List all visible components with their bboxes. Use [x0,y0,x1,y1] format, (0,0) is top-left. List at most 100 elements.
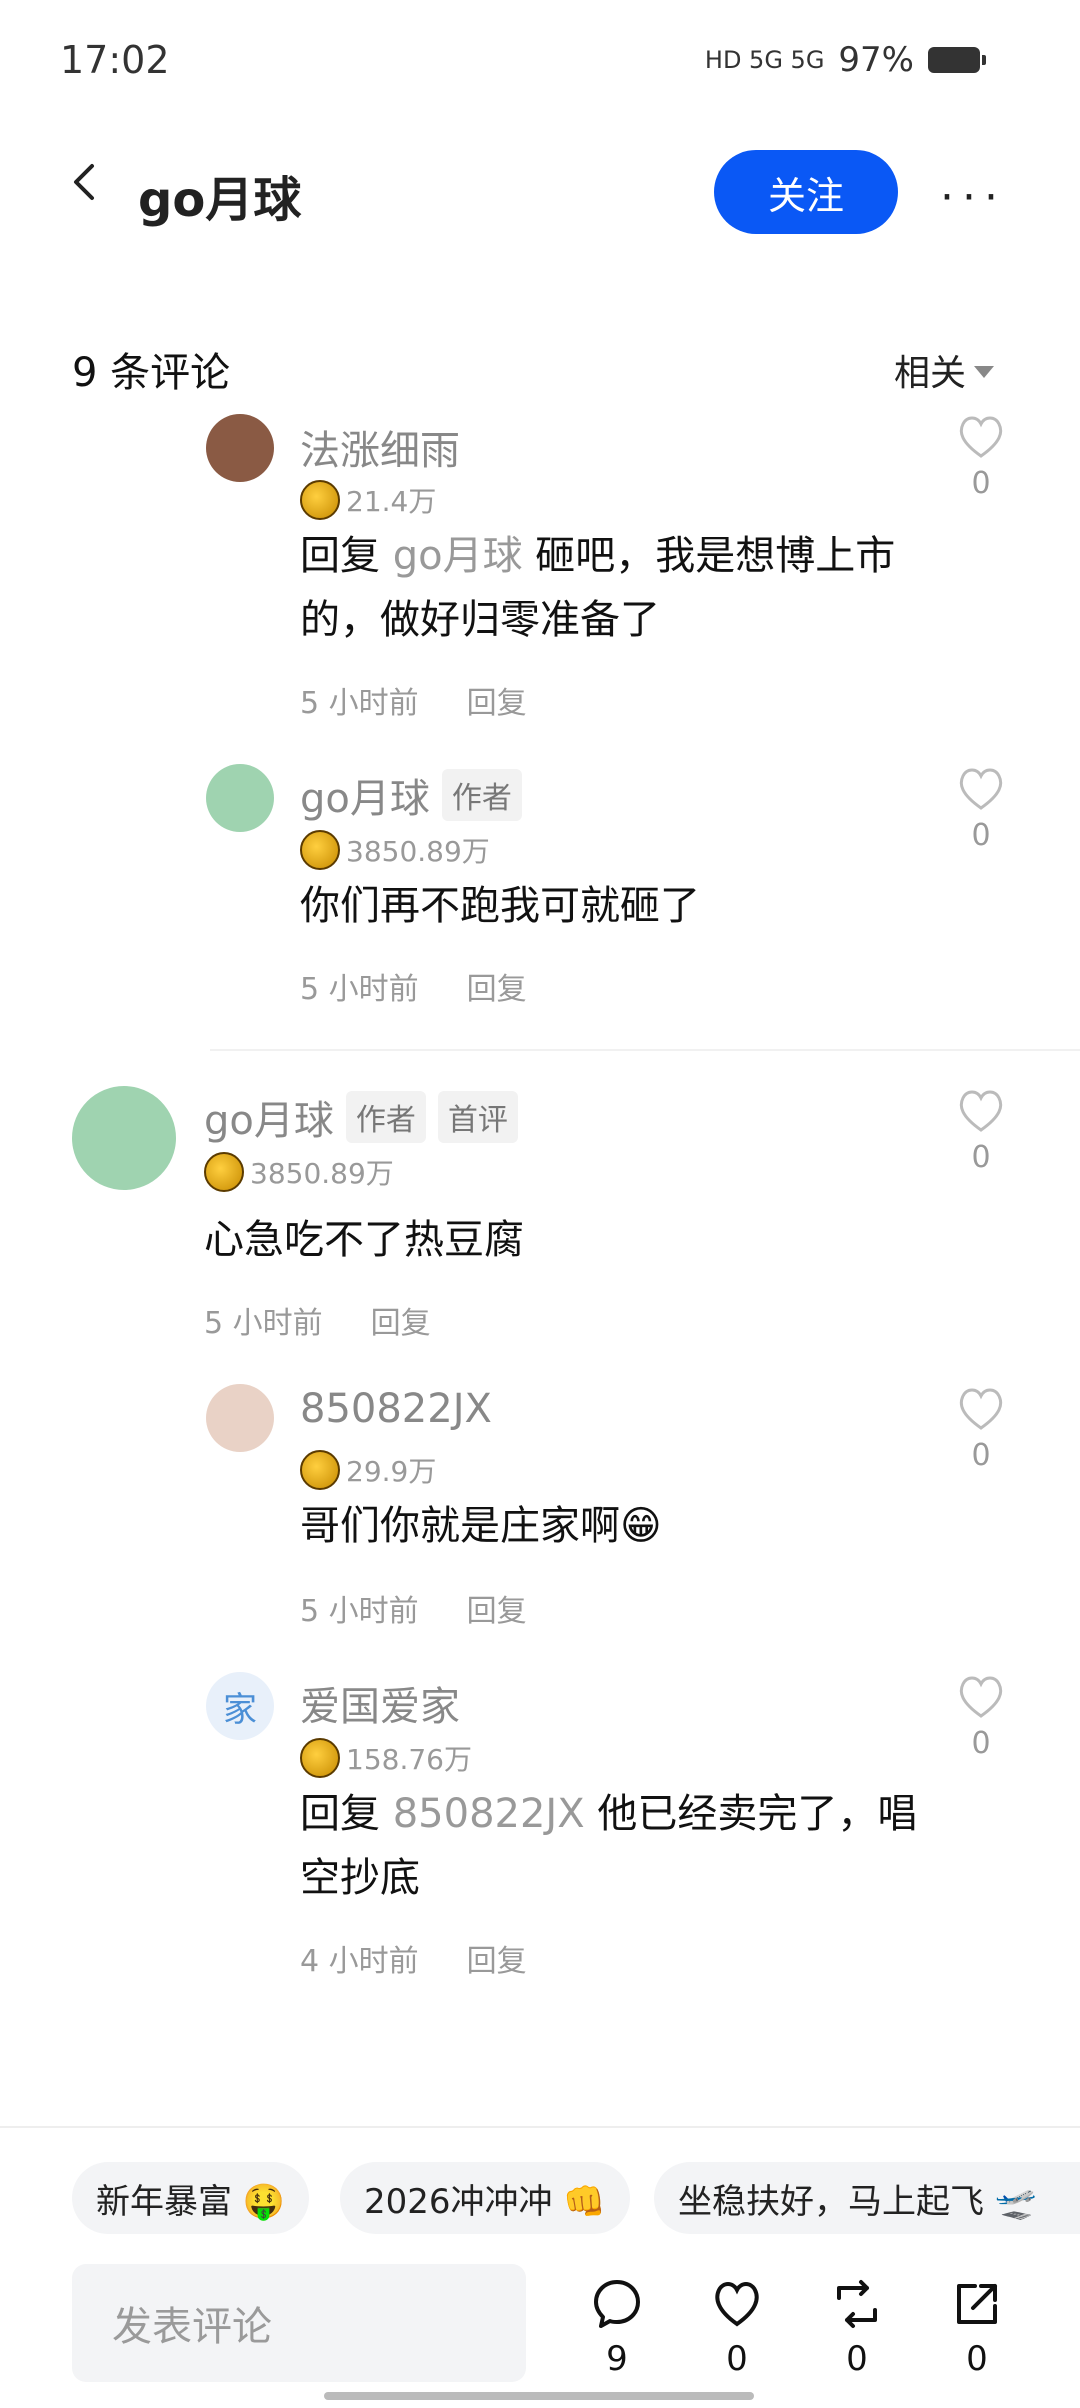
repost-action[interactable]: 0 [812,2278,902,2379]
battery-percent: 97% [838,40,914,80]
reply-prefix: 回复 [300,533,380,579]
reply-button[interactable]: 回复 [467,1586,527,1630]
medal-icon [300,480,340,520]
page-title: go月球 [138,172,302,228]
reply-prefix: 回复 [300,1791,380,1837]
status-time: 17:02 [60,38,170,82]
comment-author-row: go月球 作者 [300,766,522,824]
user-level: 29.9万 [300,1450,436,1490]
user-level: 3850.89万 [204,1152,394,1192]
repost-icon[interactable] [831,2278,883,2330]
more-options-icon[interactable]: ··· [940,172,1006,223]
heart-icon[interactable] [957,1386,1005,1430]
home-indicator[interactable] [324,2392,754,2400]
back-arrow-icon[interactable] [66,162,106,202]
avatar[interactable]: 家 [206,1672,274,1740]
share-count-value: 0 [966,2339,988,2379]
comment-text: 回复 go月球 砸吧，我是想博上市的，做好归零准备了 [300,524,940,652]
user-level: 158.76万 [300,1738,472,1778]
bottom-divider [0,2126,1080,2128]
quick-reply-chip[interactable]: 2026冲冲冲 👊 [340,2162,630,2234]
reply-target[interactable]: 850822JX [393,1791,585,1837]
quick-reply-chip[interactable]: 新年暴富 🤑 [72,2162,310,2234]
comment-meta: 5 小时前 回复 [300,1586,527,1630]
status-icons: HD 5G 5G 97% [704,40,986,80]
medal-icon [204,1152,244,1192]
divider [210,1049,1080,1051]
author-tag: 作者 [345,1091,426,1143]
like-control[interactable]: 0 [956,1088,1006,1175]
comment-time: 4 小时前 [300,1944,419,1979]
network-signal: HD 5G 5G [704,46,825,74]
user-level: 3850.89万 [300,830,490,870]
reply-button[interactable]: 回复 [467,1936,527,1980]
comment-meta: 5 小时前 回复 [300,964,527,1008]
like-count-value: 0 [726,2339,748,2379]
author-tag: 作者 [441,769,522,821]
avatar[interactable] [72,1086,176,1190]
like-control[interactable]: 0 [956,766,1006,853]
comment-time: 5 小时前 [300,686,419,721]
heart-icon[interactable] [957,414,1005,458]
like-count: 0 [971,1438,991,1473]
comment-time: 5 小时前 [204,1306,323,1341]
battery-icon [928,47,986,73]
comment-action[interactable]: 9 [572,2278,662,2379]
comment-meta: 5 小时前 回复 [204,1298,431,1342]
heart-icon[interactable] [711,2278,763,2330]
comment-count: 9 条评论 [72,350,231,396]
heart-icon[interactable] [957,766,1005,810]
comment-username[interactable]: go月球 [300,766,430,824]
comment-text: 你们再不跑我可就砸了 [300,883,700,929]
comment-text: 哥们你就是庄家啊😁 [300,1503,662,1549]
reply-button[interactable]: 回复 [371,1298,431,1342]
share-action[interactable]: 0 [932,2278,1022,2379]
caret-down-icon [974,366,994,378]
level-value: 21.4万 [346,485,437,518]
level-value: 3850.89万 [346,835,490,868]
medal-icon [300,1450,340,1490]
comment-author-row: go月球 作者 首评 [204,1088,518,1146]
comment-username[interactable]: 850822JX [300,1386,492,1432]
level-value: 158.76万 [346,1743,472,1776]
repost-count-value: 0 [846,2339,868,2379]
like-control[interactable]: 0 [956,414,1006,501]
avatar-initial: 家 [223,1689,257,1730]
comment-username[interactable]: go月球 [204,1088,334,1146]
level-value: 29.9万 [346,1455,437,1488]
avatar[interactable] [206,1384,274,1452]
follow-button[interactable]: 关注 [714,150,898,234]
reply-button[interactable]: 回复 [467,678,527,722]
comment-username[interactable]: 法涨细雨 [300,428,460,476]
reply-button[interactable]: 回复 [467,964,527,1008]
comment-text: 回复 850822JX 他已经卖完了，唱空抄底 [300,1782,920,1910]
sort-label: 相关 [893,353,966,394]
comment-time: 5 小时前 [300,972,419,1007]
like-count: 0 [971,1140,991,1175]
comment-input[interactable]: 发表评论 [72,2264,526,2382]
user-level: 21.4万 [300,480,436,520]
quick-reply-chip[interactable]: 坐稳扶好，马上起飞 🛫 [654,2162,1080,2234]
like-action[interactable]: 0 [692,2278,782,2379]
comment-meta: 5 小时前 回复 [300,678,527,722]
like-control[interactable]: 0 [956,1386,1006,1473]
level-value: 3850.89万 [250,1157,394,1190]
like-count: 0 [971,818,991,853]
comment-bubble-icon[interactable] [591,2278,643,2330]
comment-meta: 4 小时前 回复 [300,1936,527,1980]
avatar[interactable] [206,764,274,832]
sort-dropdown[interactable]: 相关 [894,344,994,396]
heart-icon[interactable] [957,1674,1005,1718]
medal-icon [300,830,340,870]
like-control[interactable]: 0 [956,1674,1006,1761]
medal-icon [300,1738,340,1778]
comment-body: 砸吧，我是想博上市的，做好归零准备了 [300,533,896,643]
comment-username[interactable]: 爱国爱家 [300,1674,460,1732]
share-icon[interactable] [951,2278,1003,2330]
comment-time: 5 小时前 [300,1594,419,1629]
avatar[interactable] [206,414,274,482]
like-count: 0 [971,1726,991,1761]
reply-target[interactable]: go月球 [393,533,523,579]
heart-icon[interactable] [957,1088,1005,1132]
first-comment-tag: 首评 [437,1091,518,1143]
